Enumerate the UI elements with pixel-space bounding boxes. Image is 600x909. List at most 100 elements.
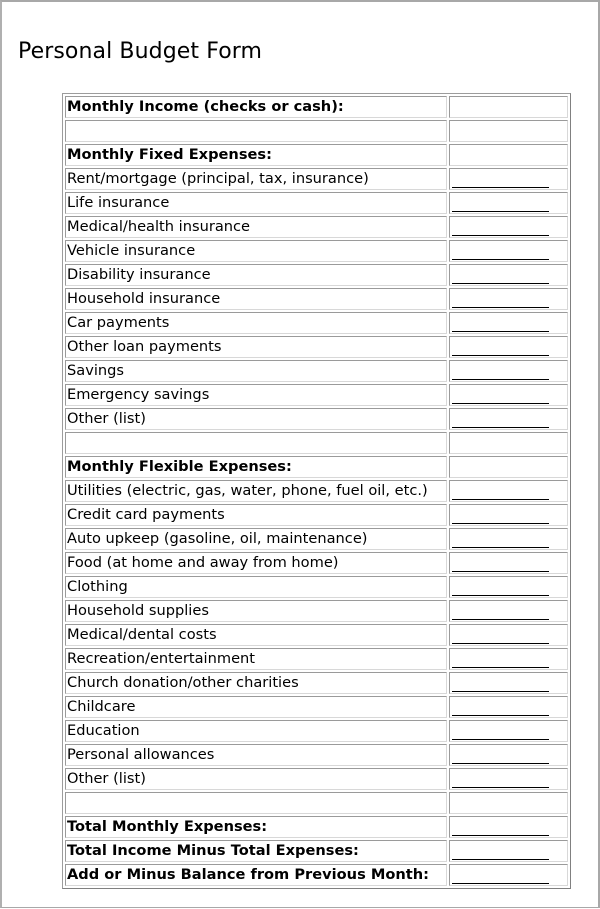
row-label: Add or Minus Balance from Previous Month… — [65, 864, 447, 886]
expense-item-row: Church donation/other charities — [65, 672, 568, 694]
row-label: Total Monthly Expenses: — [65, 816, 447, 838]
amount-blank-line[interactable] — [451, 289, 549, 308]
amount-blank-line[interactable] — [451, 769, 549, 788]
amount-entry-cell[interactable] — [448, 504, 568, 526]
expense-item-row: Vehicle insurance — [65, 240, 568, 262]
page-title: Personal Budget Form — [18, 39, 263, 64]
spacer-row — [65, 792, 568, 814]
amount-blank-line[interactable] — [451, 481, 549, 500]
amount-blank-line[interactable] — [451, 553, 549, 572]
total-row: Total Monthly Expenses: — [65, 816, 568, 838]
amount-blank-line[interactable] — [451, 865, 549, 884]
amount-entry-cell[interactable] — [448, 264, 568, 286]
row-label: Life insurance — [65, 192, 447, 214]
row-label: Vehicle insurance — [65, 240, 447, 262]
amount-entry-cell[interactable] — [448, 216, 568, 238]
amount-blank-line[interactable] — [451, 745, 549, 764]
amount-blank-line[interactable] — [451, 601, 549, 620]
row-label: Credit card payments — [65, 504, 447, 526]
expense-item-row: Medical/dental costs — [65, 624, 568, 646]
amount-blank-line[interactable] — [451, 505, 549, 524]
amount-entry-cell[interactable] — [448, 480, 568, 502]
spacer-row — [65, 432, 568, 454]
amount-entry-cell[interactable] — [448, 864, 568, 886]
amount-blank-line[interactable] — [451, 817, 549, 836]
amount-entry-cell[interactable] — [448, 840, 568, 862]
amount-blank-line[interactable] — [451, 625, 549, 644]
amount-entry-cell[interactable] — [448, 240, 568, 262]
amount-blank-line[interactable] — [451, 217, 549, 236]
expense-item-row: Auto upkeep (gasoline, oil, maintenance) — [65, 528, 568, 550]
expense-item-row: Medical/health insurance — [65, 216, 568, 238]
amount-blank-line[interactable] — [451, 529, 549, 548]
amount-entry-cell[interactable] — [448, 528, 568, 550]
amount-blank-line[interactable] — [451, 361, 549, 380]
amount-entry-cell[interactable] — [448, 720, 568, 742]
amount-blank-line[interactable] — [451, 409, 549, 428]
row-label: Medical/health insurance — [65, 216, 447, 238]
section-heading-row: Monthly Flexible Expenses: — [65, 456, 568, 478]
empty-cell — [448, 96, 568, 118]
row-label: Emergency savings — [65, 384, 447, 406]
amount-blank-line[interactable] — [451, 697, 549, 716]
expense-item-row: Education — [65, 720, 568, 742]
row-label: Household insurance — [65, 288, 447, 310]
empty-cell — [448, 144, 568, 166]
amount-blank-line[interactable] — [451, 193, 549, 212]
row-label: Car payments — [65, 312, 447, 334]
expense-item-row: Childcare — [65, 696, 568, 718]
amount-entry-cell[interactable] — [448, 576, 568, 598]
amount-blank-line[interactable] — [451, 241, 549, 260]
expense-item-row: Savings — [65, 360, 568, 382]
row-label: Recreation/entertainment — [65, 648, 447, 670]
row-label: Food (at home and away from home) — [65, 552, 447, 574]
empty-cell — [448, 432, 568, 454]
amount-blank-line[interactable] — [451, 673, 549, 692]
row-label: Personal allowances — [65, 744, 447, 766]
expense-item-row: Recreation/entertainment — [65, 648, 568, 670]
amount-blank-line[interactable] — [451, 721, 549, 740]
empty-cell — [65, 792, 447, 814]
row-label: Total Income Minus Total Expenses: — [65, 840, 447, 862]
row-label: Household supplies — [65, 600, 447, 622]
section-heading: Monthly Income (checks or cash): — [65, 96, 447, 118]
amount-entry-cell[interactable] — [448, 360, 568, 382]
amount-blank-line[interactable] — [451, 265, 549, 284]
amount-blank-line[interactable] — [451, 313, 549, 332]
amount-blank-line[interactable] — [451, 337, 549, 356]
amount-blank-line[interactable] — [451, 841, 549, 860]
section-heading: Monthly Fixed Expenses: — [65, 144, 447, 166]
amount-entry-cell[interactable] — [448, 288, 568, 310]
expense-item-row: Disability insurance — [65, 264, 568, 286]
amount-blank-line[interactable] — [451, 169, 549, 188]
amount-entry-cell[interactable] — [448, 312, 568, 334]
amount-blank-line[interactable] — [451, 385, 549, 404]
amount-entry-cell[interactable] — [448, 816, 568, 838]
amount-entry-cell[interactable] — [448, 672, 568, 694]
section-heading-row: Monthly Income (checks or cash): — [65, 96, 568, 118]
amount-entry-cell[interactable] — [448, 768, 568, 790]
row-label: Rent/mortgage (principal, tax, insurance… — [65, 168, 447, 190]
expense-item-row: Household supplies — [65, 600, 568, 622]
expense-item-row: Car payments — [65, 312, 568, 334]
amount-blank-line[interactable] — [451, 577, 549, 596]
amount-entry-cell[interactable] — [448, 408, 568, 430]
amount-blank-line[interactable] — [451, 649, 549, 668]
row-label: Auto upkeep (gasoline, oil, maintenance) — [65, 528, 447, 550]
expense-item-row: Credit card payments — [65, 504, 568, 526]
expense-item-row: Other (list) — [65, 408, 568, 430]
total-row: Add or Minus Balance from Previous Month… — [65, 864, 568, 886]
amount-entry-cell[interactable] — [448, 384, 568, 406]
amount-entry-cell[interactable] — [448, 336, 568, 358]
amount-entry-cell[interactable] — [448, 648, 568, 670]
amount-entry-cell[interactable] — [448, 552, 568, 574]
amount-entry-cell[interactable] — [448, 600, 568, 622]
section-heading: Monthly Flexible Expenses: — [65, 456, 447, 478]
amount-entry-cell[interactable] — [448, 624, 568, 646]
amount-entry-cell[interactable] — [448, 744, 568, 766]
amount-entry-cell[interactable] — [448, 192, 568, 214]
amount-entry-cell[interactable] — [448, 696, 568, 718]
row-label: Other loan payments — [65, 336, 447, 358]
amount-entry-cell[interactable] — [448, 168, 568, 190]
row-label: Medical/dental costs — [65, 624, 447, 646]
